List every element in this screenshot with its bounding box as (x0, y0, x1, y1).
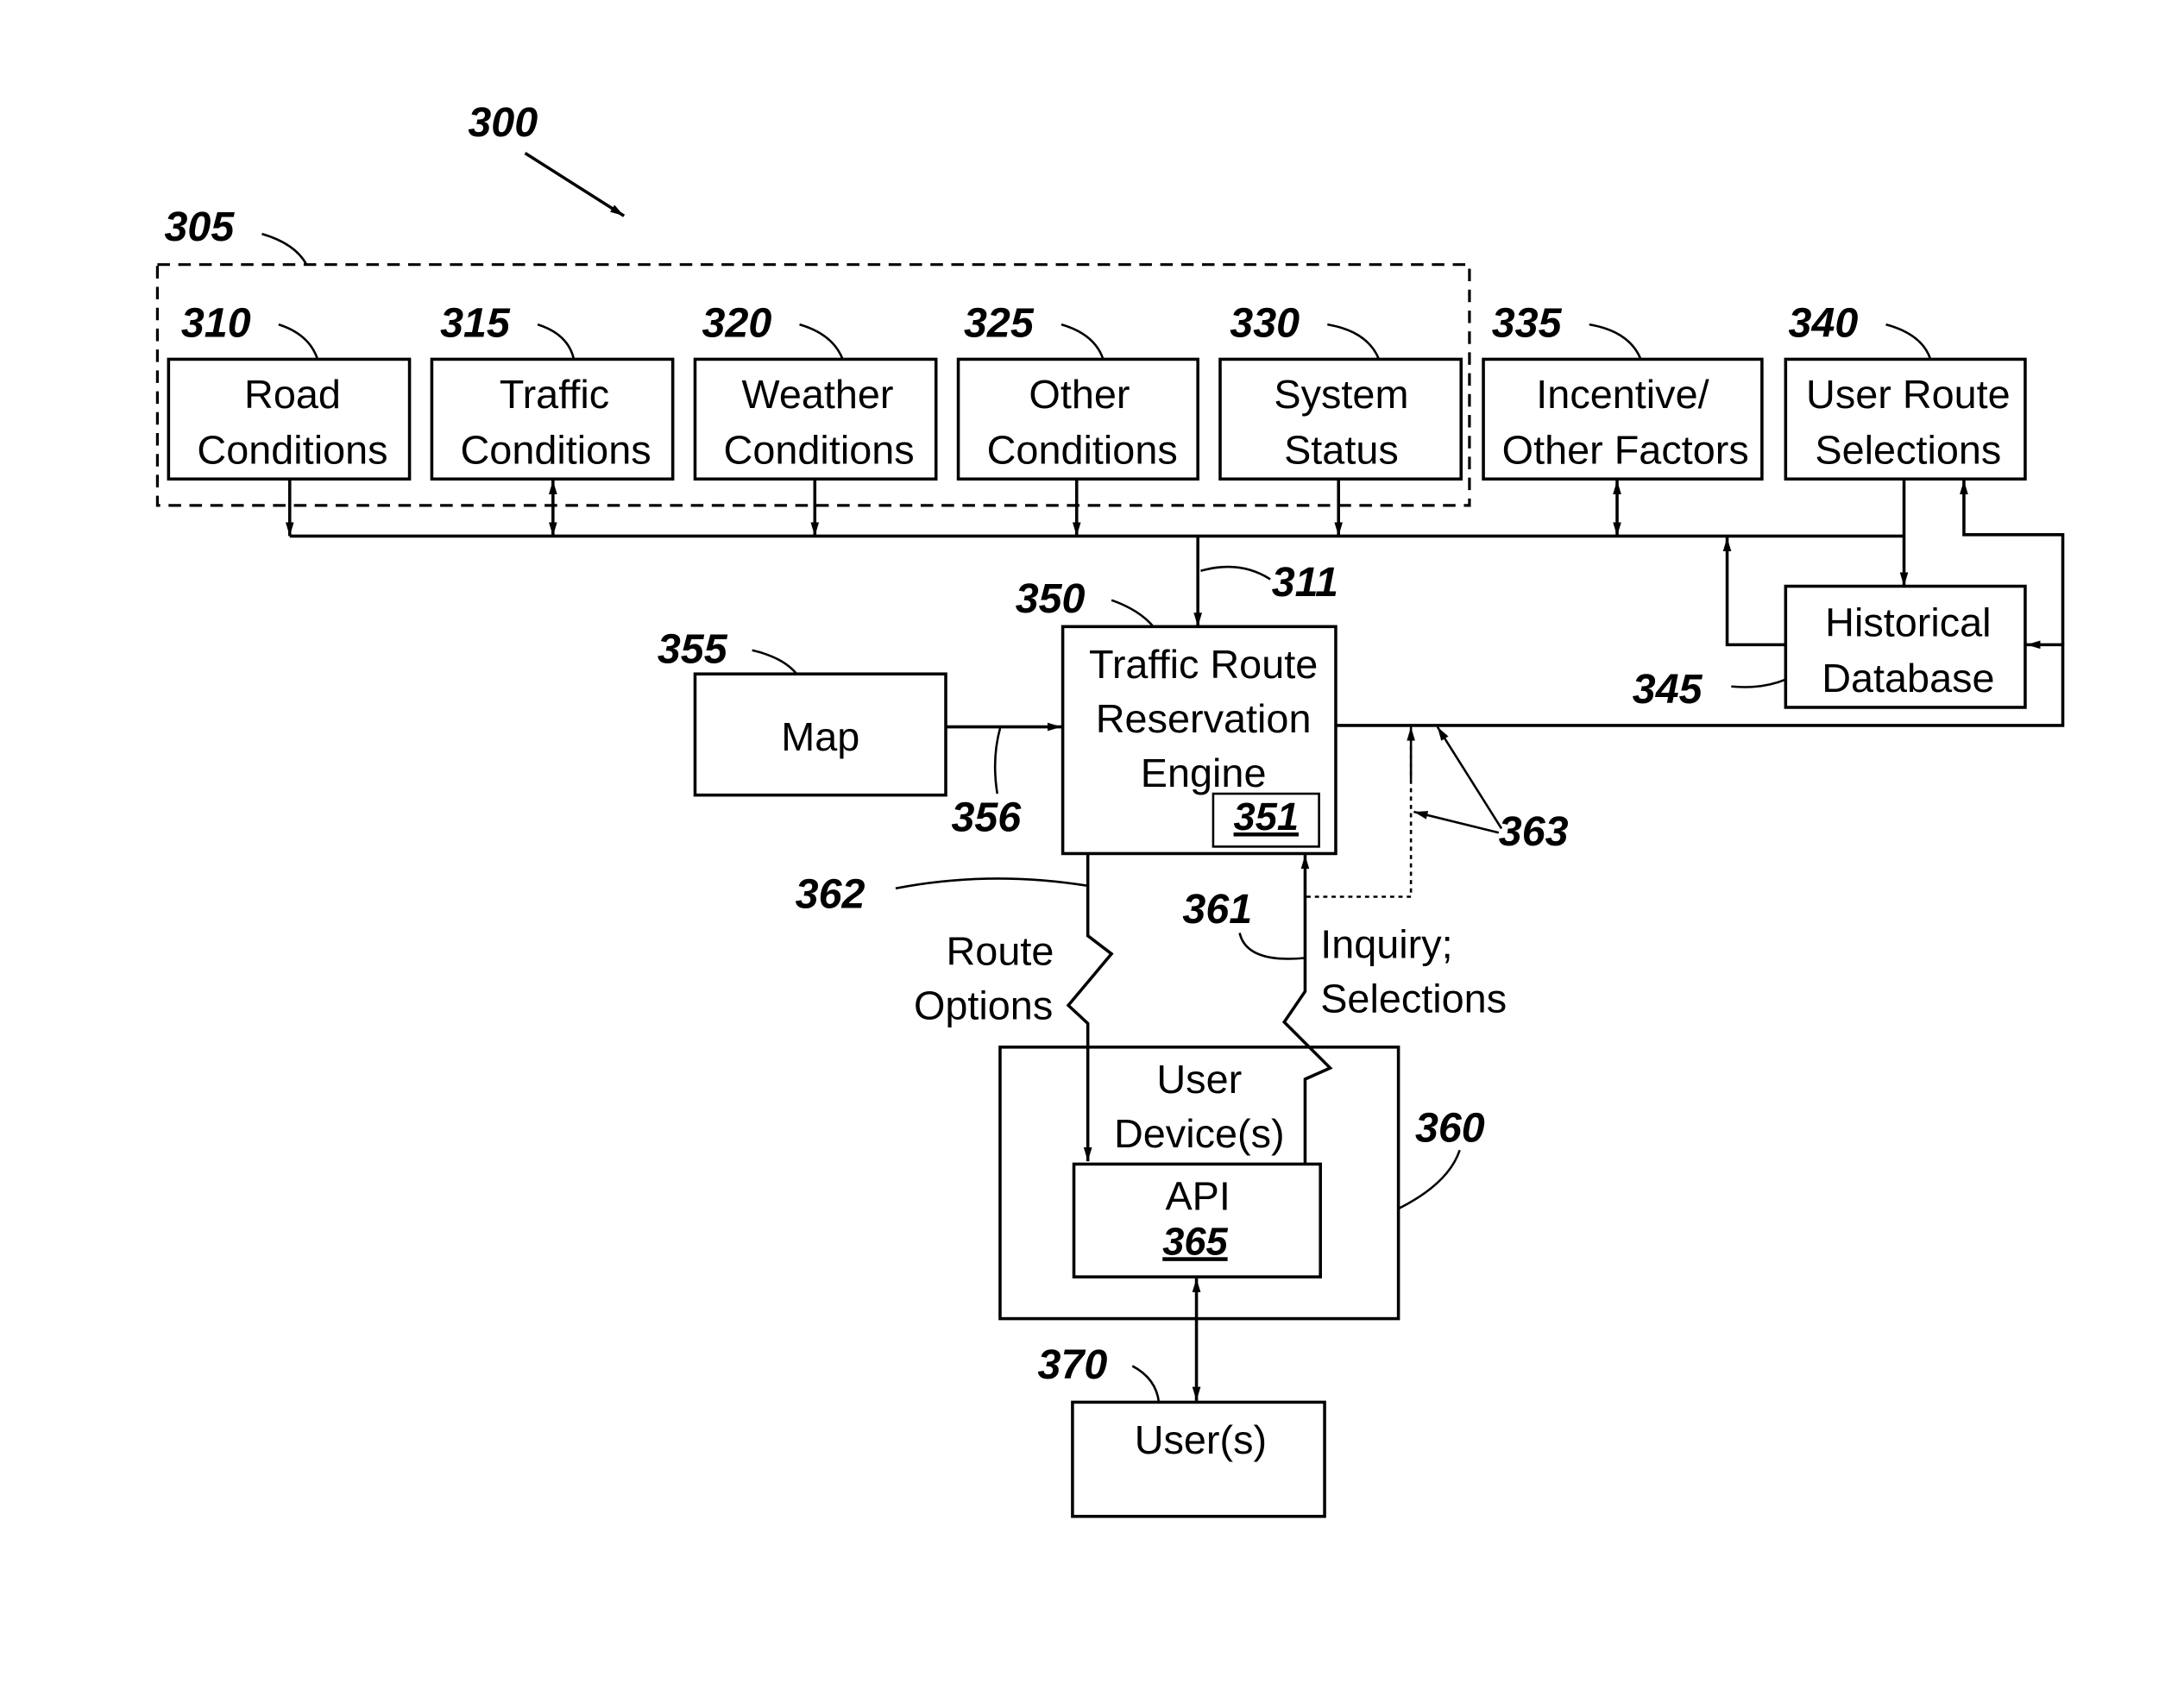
map-link-ref-label: 356 (951, 795, 1022, 841)
ref-leader (1327, 323, 1381, 360)
api-label: API (1165, 1174, 1230, 1219)
box-label: User Route (1806, 372, 2011, 417)
api-ref-label: 365 (1162, 1219, 1228, 1263)
historical-ref-leader (1731, 678, 1786, 688)
ref-leader (1589, 323, 1642, 360)
bus-ref-label: 311 (1272, 559, 1338, 606)
input-traffic-conditions: 315 Traffic Conditions (430, 300, 675, 481)
ref-leader (278, 323, 319, 360)
input-other-conditions: 325 Other Conditions (956, 300, 1199, 481)
input-system-status: 330 System Status (1218, 300, 1463, 481)
input-weather-conditions: 320 Weather Conditions (693, 300, 938, 481)
feedback-ref-label: 363 (1499, 808, 1569, 855)
map-link-leader (993, 727, 1002, 795)
box-label: Other Factors (1502, 428, 1749, 473)
inquiry-ref-leader (1238, 933, 1306, 960)
box-label: Weather (742, 372, 894, 417)
box-label: Other (1029, 372, 1130, 417)
route-options-label: Options (914, 983, 1053, 1028)
input-road-conditions: 310 Road Conditions (167, 300, 412, 481)
historical-label: Database (1822, 656, 1994, 700)
engine-label: Reservation (1096, 696, 1312, 741)
box-label: Conditions (987, 428, 1178, 473)
box-label: Status (1284, 428, 1399, 473)
inquiry-label: Inquiry; (1320, 922, 1452, 967)
feedback-ref-pointer-2 (1413, 810, 1500, 834)
input-incentive-factors: 335 Incentive/ Other Factors (1482, 300, 1764, 481)
history-to-bus-arrow (1722, 537, 1786, 647)
box-label: Conditions (197, 428, 387, 473)
group-ref-leader (261, 232, 308, 266)
users-ref-leader (1131, 1365, 1161, 1403)
device-ref-leader (1398, 1149, 1461, 1210)
users-label: User(s) (1135, 1417, 1267, 1462)
ref-label: 310 (181, 300, 251, 347)
ref-label: 325 (964, 300, 1035, 347)
device-ref-label: 360 (1415, 1105, 1485, 1152)
ref-leader (1061, 323, 1105, 360)
input-user-route-selections: 340 User Route Selections (1784, 300, 2027, 481)
box-label: Road (244, 372, 341, 417)
feedback-ref-pointer-1 (1436, 726, 1503, 830)
group-ref-label: 305 (164, 204, 235, 250)
map-ref-label: 355 (658, 625, 728, 672)
historical-ref-label: 345 (1633, 666, 1703, 713)
bus-ref-leader (1200, 565, 1271, 581)
route-options-link (1066, 853, 1114, 1162)
map-ref-leader (752, 649, 798, 675)
ref-label: 335 (1492, 300, 1563, 347)
box-label: Incentive/ (1536, 372, 1709, 417)
system-diagram: 300 305 310 Road Conditions 315 Traffic … (155, 99, 2065, 1518)
ref-label: 340 (1789, 300, 1859, 347)
engine-ref-leader (1111, 599, 1155, 628)
users-ref-label: 370 (1038, 1341, 1108, 1388)
box-label: System (1274, 372, 1408, 417)
ref-label: 320 (702, 300, 772, 347)
box-label: Conditions (461, 428, 651, 473)
device-label: User (1156, 1057, 1242, 1102)
route-options-label: Route (947, 929, 1054, 974)
inquiry-label: Selections (1320, 976, 1507, 1021)
box-label: Selections (1815, 428, 2001, 473)
inquiry-ref-label: 361 (1182, 886, 1252, 933)
engine-label: Engine (1141, 751, 1267, 795)
engine-ref-label: 350 (1016, 575, 1086, 622)
engine-module-ref: 351 (1234, 795, 1299, 839)
ref-leader (537, 323, 576, 360)
ref-label: 315 (440, 300, 511, 347)
box-label: Traffic (500, 372, 609, 417)
route-options-ref-leader (895, 877, 1087, 890)
figure-ref-arrow (524, 152, 626, 217)
map-label: Map (781, 714, 859, 759)
device-label: Device(s) (1114, 1111, 1285, 1156)
route-options-ref-label: 362 (796, 870, 865, 917)
ref-leader (799, 323, 844, 360)
ref-leader (1885, 323, 1932, 360)
historical-label: Historical (1825, 600, 1991, 645)
figure-ref-label: 300 (468, 99, 538, 146)
engine-label: Traffic Route (1089, 642, 1318, 687)
box-label: Conditions (724, 428, 915, 473)
ref-label: 330 (1230, 300, 1300, 347)
